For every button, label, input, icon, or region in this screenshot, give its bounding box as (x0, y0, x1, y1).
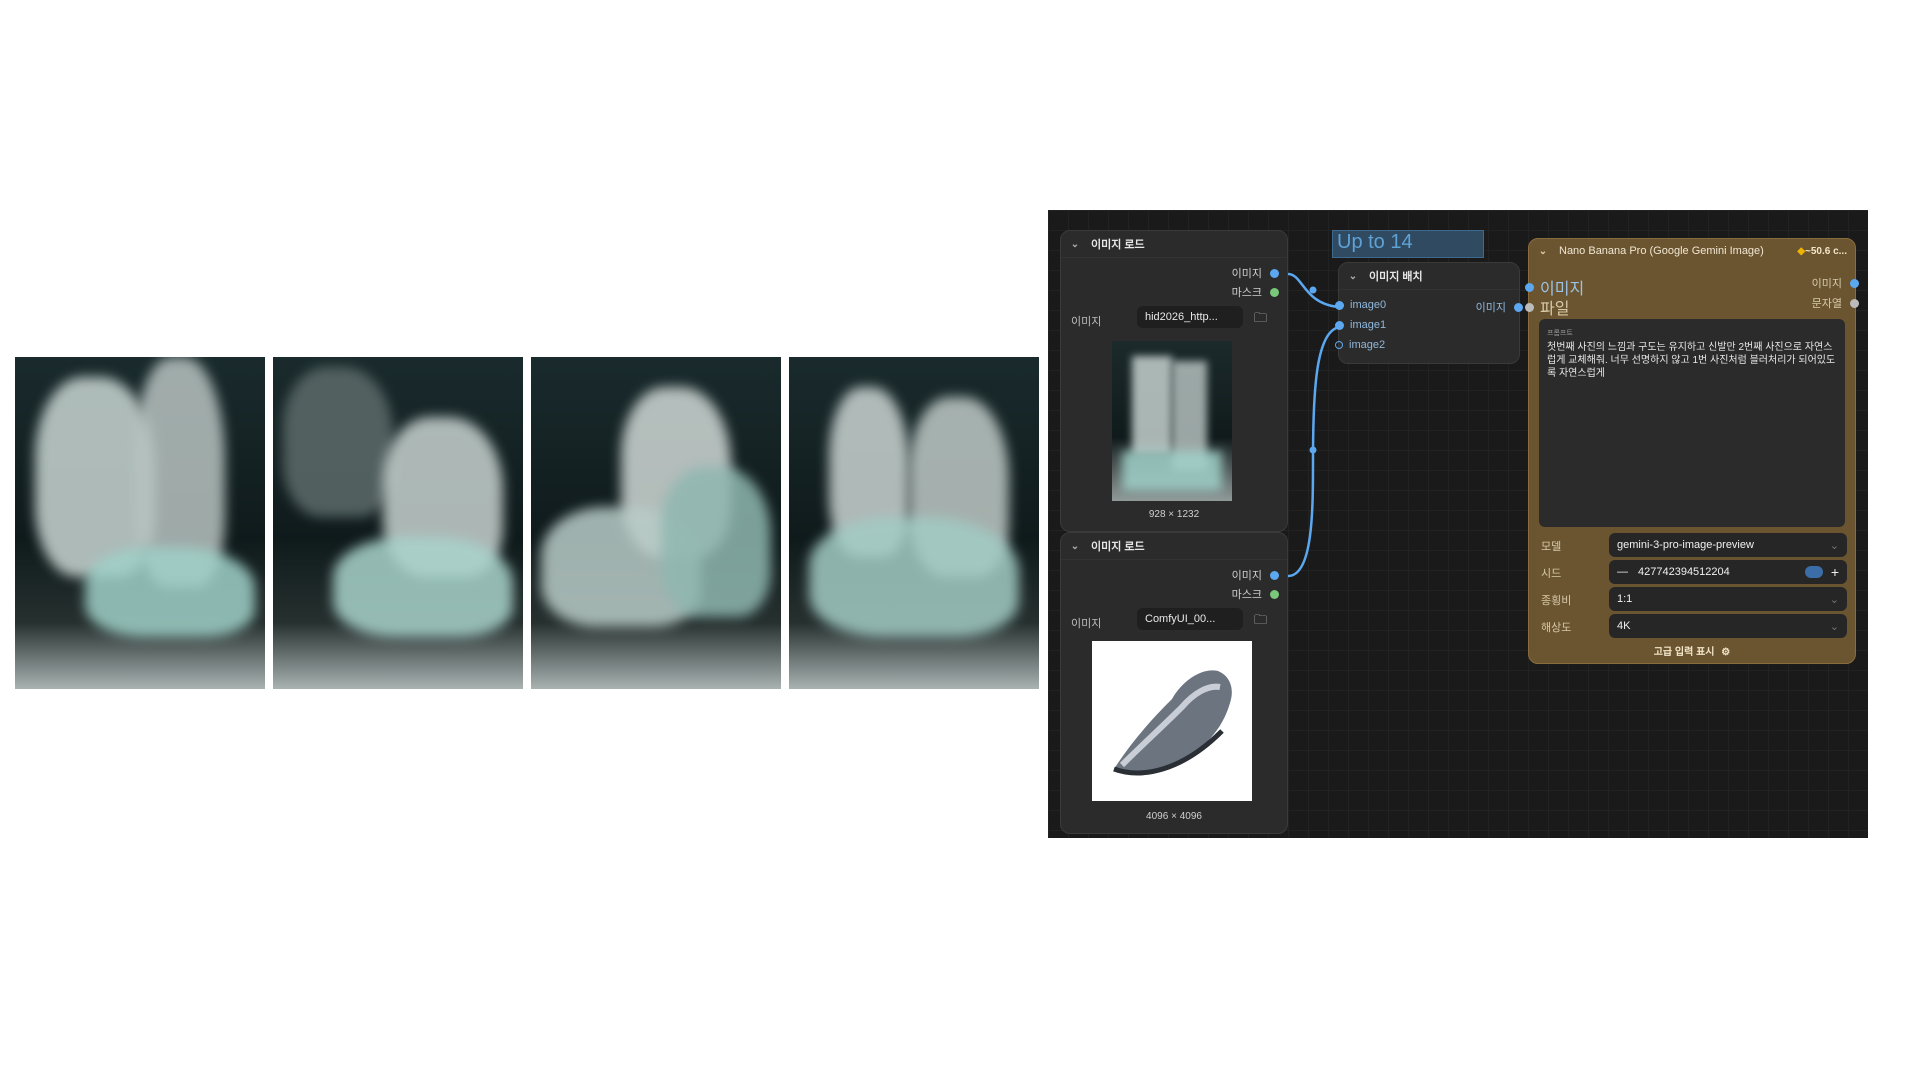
seed-value: 427742394512204 (1638, 566, 1730, 578)
image-select[interactable]: ComfyUI_00... (1137, 608, 1243, 630)
output-mask-port[interactable] (1270, 287, 1279, 297)
input-file-port[interactable] (1525, 302, 1534, 312)
output-mask-label: 마스크 (1231, 287, 1262, 299)
output-mask-port[interactable] (1270, 589, 1279, 599)
output-image-label: 이미지 (1231, 268, 1262, 280)
cost-badge: ◆~50.6 c... (1797, 245, 1847, 257)
photo-3 (531, 357, 781, 689)
node-title: 이미지 로드 (1091, 541, 1145, 553)
input-label-image1: image1 (1350, 319, 1387, 331)
node-title: 이미지 배치 (1369, 271, 1423, 283)
image-field-label: 이미지 (1071, 618, 1102, 630)
model-select[interactable]: gemini-3-pro-image-preview ⌄ (1609, 533, 1847, 557)
ratio-label: 종횡비 (1541, 595, 1572, 607)
image-preview (1112, 341, 1232, 501)
output-image-label: 이미지 (1231, 570, 1262, 582)
randomize-toggle[interactable] (1804, 566, 1823, 578)
output-string-port[interactable] (1850, 298, 1859, 308)
image-select[interactable]: hid2026_http... (1137, 306, 1243, 328)
resolution-field[interactable]: 해상도 4K ⌄ (1537, 614, 1847, 638)
input-label-image0: image0 (1350, 299, 1387, 311)
image-batch-node[interactable]: ⌄ 이미지 배치 image0 image1 image2 이미지 (1335, 262, 1523, 364)
chevron-down-icon[interactable]: ⌄ (1069, 540, 1081, 552)
load-image-node-2[interactable]: ⌄ 이미지 로드 이미지 마스크 이미지 ComfyUI_00... 🗀 409… (1060, 532, 1288, 834)
input-file-label: 파일 (1540, 301, 1570, 318)
node-canvas[interactable]: ⌄ 이미지 로드 이미지 마스크 이미지 hid2026_http... 🗀 9… (1048, 210, 1868, 838)
output-image-port[interactable] (1514, 302, 1523, 312)
load-image-node-1[interactable]: ⌄ 이미지 로드 이미지 마스크 이미지 hid2026_http... 🗀 9… (1060, 230, 1288, 532)
group-title[interactable]: Up to 14 (1332, 230, 1484, 258)
input-label-image2: image2 (1349, 339, 1386, 351)
prompt-caption: 프롬프트 (1547, 330, 1573, 337)
nano-banana-node[interactable]: ⌄ Nano Banana Pro (Google Gemini Image) … (1525, 238, 1859, 664)
credit-icon: ◆ (1797, 245, 1806, 257)
chevron-down-icon[interactable]: ⌄ (1347, 270, 1359, 282)
output-image-label: 이미지 (1811, 278, 1842, 290)
folder-icon[interactable]: 🗀 (1254, 611, 1267, 633)
seed-field[interactable]: 시드 — 427742394512204 + (1537, 560, 1847, 584)
input-image-port[interactable] (1525, 282, 1534, 292)
image-select-value: ComfyUI_00... (1145, 613, 1216, 625)
node-title: Nano Banana Pro (Google Gemini Image) (1559, 245, 1764, 257)
prompt-textarea[interactable]: 프롬프트 첫번째 사진의 느낌과 구도는 유지하고 신발만 2번째 사진으로 자… (1539, 319, 1845, 527)
output-image-port[interactable] (1270, 268, 1279, 278)
output-image-port[interactable] (1270, 570, 1279, 580)
image-preview (1092, 641, 1252, 801)
input-port-image1[interactable] (1335, 320, 1344, 330)
ratio-value: 1:1 (1617, 593, 1633, 605)
chevron-down-icon[interactable]: ⌄ (1069, 238, 1081, 250)
output-mask-label: 마스크 (1231, 589, 1262, 601)
node-title: 이미지 로드 (1091, 239, 1145, 251)
photo-4 (789, 357, 1039, 689)
input-port-image0[interactable] (1335, 300, 1344, 310)
advanced-label: 고급 입력 표시 (1653, 647, 1715, 658)
settings-icon: ⚙ (1721, 647, 1731, 658)
prompt-text: 첫번째 사진의 느낌과 구도는 유지하고 신발만 2번째 사진으로 자연스럽게 … (1547, 342, 1836, 379)
image-dimensions: 4096 × 4096 (1146, 811, 1202, 822)
resolution-value: 4K (1617, 620, 1631, 632)
ratio-field[interactable]: 종횡비 1:1 ⌄ (1537, 587, 1847, 611)
sneaker-icon (1113, 670, 1232, 776)
chevron-down-icon: ⌄ (1829, 593, 1839, 606)
increment-icon[interactable]: + (1831, 564, 1839, 580)
model-field[interactable]: 모델 gemini-3-pro-image-preview ⌄ (1537, 533, 1847, 557)
ratio-select[interactable]: 1:1 ⌄ (1609, 587, 1847, 611)
model-label: 모델 (1541, 541, 1562, 553)
resolution-select[interactable]: 4K ⌄ (1609, 614, 1847, 638)
input-port-image2[interactable] (1335, 341, 1343, 349)
model-value: gemini-3-pro-image-preview (1617, 539, 1754, 551)
seed-input[interactable]: — 427742394512204 + (1609, 560, 1847, 584)
chevron-down-icon: ⌄ (1829, 620, 1839, 633)
chevron-down-icon: ⌄ (1829, 539, 1839, 552)
advanced-inputs-toggle[interactable]: 고급 입력 표시 ⚙ (1529, 643, 1855, 658)
output-string-label: 문자열 (1811, 298, 1842, 310)
seed-label: 시드 (1541, 568, 1562, 580)
output-image-port[interactable] (1850, 278, 1859, 288)
chevron-down-icon[interactable]: ⌄ (1537, 245, 1549, 257)
image-field-label: 이미지 (1071, 316, 1102, 328)
image-dimensions: 928 × 1232 (1148, 509, 1200, 520)
image-select-value: hid2026_http... (1145, 311, 1218, 323)
output-image-label: 이미지 (1475, 302, 1506, 314)
photo-1 (15, 357, 265, 689)
decrement-icon[interactable]: — (1617, 566, 1628, 578)
folder-icon[interactable]: 🗀 (1254, 309, 1267, 331)
photo-2 (273, 357, 523, 689)
resolution-label: 해상도 (1541, 622, 1572, 634)
